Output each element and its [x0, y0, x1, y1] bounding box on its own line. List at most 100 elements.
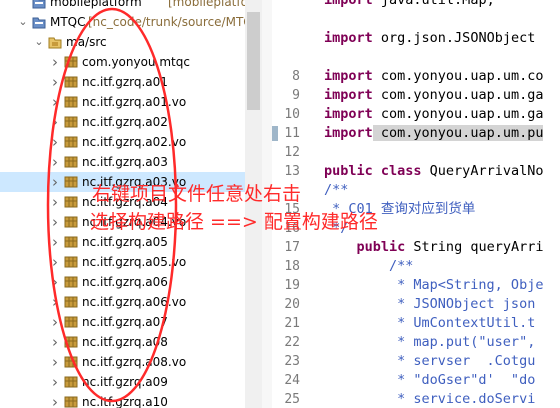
chevron-down-icon[interactable]: ⌄ [34, 32, 44, 52]
change-marker [272, 126, 278, 141]
tree-item-label: MTQC [50, 15, 86, 29]
package-icon [64, 335, 78, 349]
code-editor[interactable]: import java.util.Map; import org.json.JSO… [262, 0, 560, 408]
chevron-right-icon[interactable]: › [50, 212, 60, 232]
line-number: 13 [284, 164, 300, 179]
tree-item-label: nc.itf.gzrq.a06.vo [82, 295, 187, 309]
tree-item[interactable]: › nc.itf.gzrq.a03 [0, 152, 245, 172]
chevron-right-icon[interactable]: › [50, 72, 60, 92]
chevron-right-icon[interactable]: › [50, 192, 60, 212]
tree-item[interactable]: › nc.itf.gzrq.a07 [0, 312, 245, 332]
tree-item[interactable]: ⌄ ma/src [0, 32, 245, 52]
package-icon [64, 155, 78, 169]
tree-item[interactable]: › nc.itf.gzrq.a06.vo [0, 292, 245, 312]
package-icon [64, 195, 78, 209]
code-line[interactable]: import com.yonyou.uap.um.pu [324, 124, 544, 143]
package-icon [64, 395, 78, 408]
package-icon [64, 75, 78, 89]
project-icon [32, 15, 46, 29]
code-line[interactable]: import org.json.JSONObject [324, 29, 535, 48]
tree-item[interactable]: mobileplatform[mobileplatform 201 [0, 0, 262, 12]
tree-item[interactable]: › nc.itf.gzrq.a08 [0, 332, 245, 352]
tree-item-label: nc.itf.gzrq.a06 [82, 275, 168, 289]
code-line[interactable]: * Map<String, Obje [324, 276, 543, 295]
tree-item[interactable]: › com.yonyou.mtqc [0, 52, 245, 72]
package-icon [64, 255, 78, 269]
chevron-right-icon[interactable]: › [50, 332, 60, 352]
tree-item-label: nc.itf.gzrq.a10 [82, 395, 168, 408]
chevron-right-icon[interactable]: › [50, 112, 60, 132]
tree-item-label: nc.itf.gzrq.a03 [82, 155, 168, 169]
chevron-right-icon[interactable]: › [50, 52, 60, 72]
scrollbar-thumb[interactable] [247, 12, 260, 110]
chevron-right-icon[interactable]: › [50, 252, 60, 272]
tree-item[interactable]: ⌄ MTQC [nc_code/trunk/source/MTQC [0, 12, 261, 32]
tree-item[interactable]: › nc.itf.gzrq.a05 [0, 232, 245, 252]
code-line[interactable]: * servser .Cotgu [324, 352, 535, 371]
chevron-right-icon[interactable]: › [50, 172, 60, 192]
line-number: 25 [284, 392, 300, 407]
chevron-right-icon[interactable]: › [50, 292, 60, 312]
tree-item-label: nc.itf.gzrq.a02.vo [82, 135, 187, 149]
tree-item[interactable]: › nc.itf.gzrq.a02.vo [0, 132, 245, 152]
annotation-line-1: 右键项目文件任意处右击 [92, 183, 302, 205]
package-icon [64, 55, 78, 69]
tree-item[interactable]: › nc.itf.gzrq.a08.vo [0, 352, 245, 372]
tree-item[interactable]: › nc.itf.gzrq.a09 [0, 372, 245, 392]
chevron-right-icon[interactable]: › [50, 272, 60, 292]
package-icon [64, 355, 78, 369]
chevron-right-icon[interactable]: › [50, 92, 60, 112]
code-line[interactable]: * map.put("user", [324, 333, 535, 352]
tree-item-label: com.yonyou.mtqc [82, 55, 190, 69]
tree-item[interactable]: › nc.itf.gzrq.a10 [0, 392, 245, 408]
chevron-right-icon[interactable]: › [50, 152, 60, 172]
code-line[interactable]: import com.yonyou.uap.um.ga [324, 105, 543, 124]
tree-item[interactable]: › nc.itf.gzrq.a06 [0, 272, 245, 292]
code-line[interactable]: public String queryArri [324, 238, 544, 257]
tree-item[interactable]: › nc.itf.gzrq.a01 [0, 72, 245, 92]
line-number: 17 [284, 240, 300, 255]
package-icon [64, 235, 78, 249]
code-line[interactable]: * JSONObject json [324, 295, 535, 314]
package-icon [64, 215, 78, 229]
line-number: 24 [284, 373, 300, 388]
chevron-right-icon[interactable]: › [50, 232, 60, 252]
tree-item[interactable]: › nc.itf.gzrq.a02 [0, 112, 245, 132]
line-number: 23 [284, 354, 300, 369]
code-line[interactable]: * UmContextUtil.t [324, 314, 535, 333]
code-line[interactable]: /** [324, 257, 413, 276]
code-line[interactable]: public class QueryArrivalNo [324, 162, 543, 181]
tree-item-label: nc.itf.gzrq.a09 [82, 375, 168, 389]
package-icon [64, 375, 78, 389]
package-icon [64, 275, 78, 289]
chevron-right-icon[interactable]: › [50, 392, 60, 408]
code-line[interactable]: import com.yonyou.uap.um.co [324, 67, 543, 86]
tree-item[interactable]: › nc.itf.gzrq.a01.vo [0, 92, 245, 112]
package-icon [64, 135, 78, 149]
tree-item-decoration: [nc_code/trunk/source/MTQC [88, 15, 262, 29]
line-number: 19 [284, 278, 300, 293]
line-number: 8 [292, 69, 300, 84]
chevron-right-icon[interactable]: › [50, 132, 60, 152]
package-icon [64, 115, 78, 129]
tree-item-label: ma/src [66, 35, 107, 49]
chevron-down-icon[interactable]: ⌄ [18, 12, 28, 32]
tree-item-label: nc.itf.gzrq.a05.vo [82, 255, 187, 269]
code-line[interactable]: * service.doServi [324, 390, 535, 408]
line-number: 10 [284, 107, 300, 122]
tree-item-label: nc.itf.gzrq.a02 [82, 115, 168, 129]
tree-item-label: nc.itf.gzrq.a01.vo [82, 95, 187, 109]
tree-item-label: nc.itf.gzrq.a08.vo [82, 355, 187, 369]
code-line[interactable]: /** [324, 181, 348, 200]
line-number: 21 [284, 316, 300, 331]
line-number: 22 [284, 335, 300, 350]
tree-item-label: nc.itf.gzrq.a05 [82, 235, 168, 249]
code-line[interactable]: import com.yonyou.uap.um.ga [324, 86, 543, 105]
tree-item[interactable]: › nc.itf.gzrq.a05.vo [0, 252, 245, 272]
chevron-right-icon[interactable]: › [50, 352, 60, 372]
code-line[interactable]: * "doGser"d' "do [324, 371, 535, 390]
chevron-right-icon[interactable]: › [50, 312, 60, 332]
line-number: 12 [284, 145, 300, 160]
chevron-right-icon[interactable]: › [50, 372, 60, 392]
code-line[interactable]: import java.util.Map; [324, 0, 495, 10]
